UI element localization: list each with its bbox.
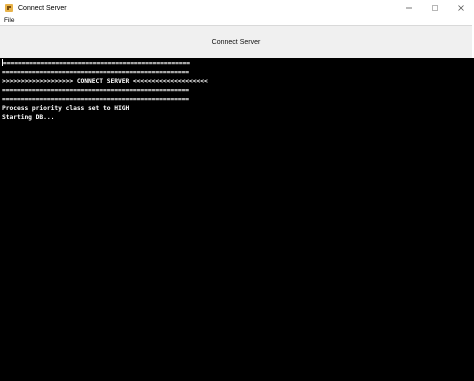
header-title: Connect Server — [211, 38, 261, 46]
minimize-icon — [406, 7, 412, 9]
console-lines: ========================================… — [2, 59, 208, 122]
console-output[interactable]: ========================================… — [0, 58, 474, 381]
menu-item-file[interactable]: File — [4, 17, 14, 24]
console-line: Process priority class set to HIGH — [2, 105, 130, 112]
header-panel: Connect Server — [0, 25, 472, 59]
menubar: File — [0, 16, 474, 25]
console-line: ========================================… — [2, 87, 190, 94]
console-line: ========================================… — [2, 69, 190, 76]
close-icon — [458, 5, 464, 11]
window-title: Connect Server — [18, 4, 67, 12]
minimize-button[interactable] — [396, 0, 422, 16]
console-line: >>>>>>>>>>>>>>>>>>> CONNECT SERVER <<<<<… — [2, 78, 208, 85]
console-line: ========================================… — [2, 96, 190, 103]
maximize-icon — [432, 5, 438, 11]
maximize-button[interactable] — [422, 0, 448, 16]
console-line: ========================================… — [2, 59, 191, 67]
window-titlebar[interactable]: Connect Server — [0, 0, 474, 16]
close-button[interactable] — [448, 0, 474, 16]
console-line: Starting DB... — [2, 114, 55, 121]
window-controls — [396, 0, 474, 16]
app-icon — [4, 3, 14, 13]
